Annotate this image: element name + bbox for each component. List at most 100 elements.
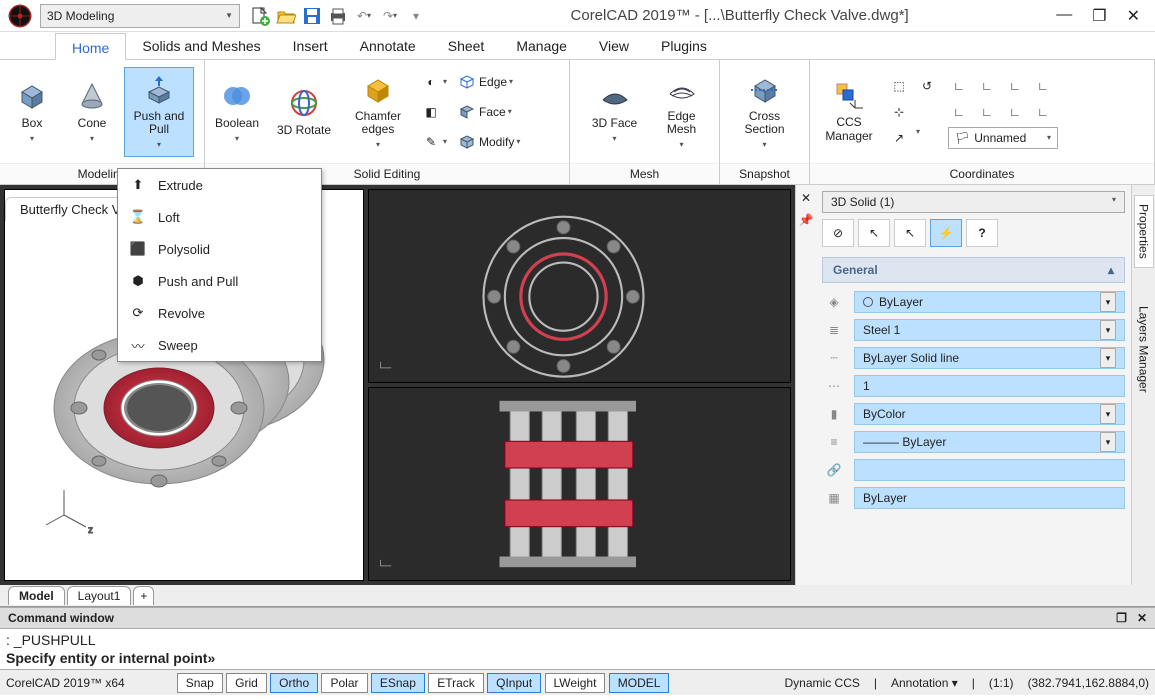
edit-row-1[interactable]: ◐▾ bbox=[421, 68, 447, 96]
open-icon[interactable] bbox=[274, 4, 298, 28]
prop-color[interactable]: ByLayer▾ bbox=[854, 291, 1125, 313]
tab-solids[interactable]: Solids and Meshes bbox=[126, 32, 276, 59]
status-polar[interactable]: Polar bbox=[321, 673, 367, 693]
panel-pin-icon[interactable]: 📌 bbox=[799, 213, 814, 227]
command-window[interactable]: : _PUSHPULL Specify entity or internal p… bbox=[0, 629, 1155, 669]
dropdown-sweep[interactable]: 〰Sweep bbox=[118, 329, 321, 361]
status-dynccs[interactable]: Dynamic CCS bbox=[785, 676, 860, 690]
prop-transparency[interactable]: ByLayer bbox=[854, 487, 1125, 509]
print-icon[interactable] bbox=[326, 4, 350, 28]
plotstyle-icon: ≡ bbox=[822, 435, 846, 449]
close-button[interactable]: ✕ bbox=[1127, 6, 1140, 26]
dropdown-loft[interactable]: ⌛Loft bbox=[118, 201, 321, 233]
status-annotation[interactable]: Annotation ▾ bbox=[891, 676, 958, 690]
qat-more-icon[interactable]: ▾ bbox=[404, 4, 428, 28]
ccs-world-icon[interactable]: ⬚ bbox=[888, 75, 910, 97]
model-tab-add[interactable]: + bbox=[133, 586, 154, 605]
cmd-close-icon[interactable]: ✕ bbox=[1137, 611, 1147, 625]
face-button[interactable]: Face▾ bbox=[457, 98, 520, 126]
axis-icon-5[interactable]: ∟ bbox=[948, 101, 970, 123]
edge-mesh-button[interactable]: Edge Mesh ▾ bbox=[654, 67, 710, 157]
tab-home[interactable]: Home bbox=[55, 33, 126, 60]
prop-linetype[interactable]: ByLayer Solid line▾ bbox=[854, 347, 1125, 369]
3d-rotate-button[interactable]: 3D Rotate bbox=[269, 67, 339, 157]
prop-tool-2[interactable]: ↖ bbox=[858, 219, 890, 247]
box-button[interactable]: Box ▾ bbox=[4, 67, 60, 157]
prop-tool-1[interactable]: ⊘ bbox=[822, 219, 854, 247]
3d-face-button[interactable]: 3D Face ▾ bbox=[580, 67, 650, 157]
selection-dropdown[interactable]: 3D Solid (1) ▾ bbox=[822, 191, 1125, 213]
minimize-button[interactable]: — bbox=[1056, 6, 1072, 26]
dropdown-extrude[interactable]: ⬆Extrude bbox=[118, 169, 321, 201]
maximize-button[interactable]: ❐ bbox=[1092, 6, 1106, 26]
viewport-top[interactable]: └─ bbox=[368, 189, 791, 383]
lineweight-icon: ▮ bbox=[822, 407, 846, 421]
ribbon-tabs: Home Solids and Meshes Insert Annotate S… bbox=[0, 32, 1155, 60]
prop-tool-help[interactable]: ? bbox=[966, 219, 998, 247]
workspace-dropdown[interactable]: 3D Modeling ▼ bbox=[40, 4, 240, 28]
modify-button[interactable]: Modify▾ bbox=[457, 128, 520, 156]
tab-view[interactable]: View bbox=[583, 32, 645, 59]
prop-lineweight[interactable]: ByColor▾ bbox=[854, 403, 1125, 425]
cmd-restore-icon[interactable]: ❐ bbox=[1116, 611, 1127, 625]
axis-icon-7[interactable]: ∟ bbox=[1004, 101, 1026, 123]
panel-close-icon[interactable]: ✕ bbox=[801, 191, 811, 205]
status-model[interactable]: MODEL bbox=[609, 673, 670, 693]
prop-hyperlink[interactable] bbox=[854, 459, 1125, 481]
ccs-prev-icon[interactable]: ↺ bbox=[916, 75, 938, 97]
undo-icon[interactable]: ↶ ▾ bbox=[352, 4, 376, 28]
tab-plugins[interactable]: Plugins bbox=[645, 32, 723, 59]
scale-icon: ⋯ bbox=[822, 379, 846, 393]
prop-plotstyle[interactable]: ——— ByLayer▾ bbox=[854, 431, 1125, 453]
cross-section-button[interactable]: Cross Section ▾ bbox=[730, 67, 800, 157]
side-tab-properties[interactable]: Properties bbox=[1134, 195, 1154, 268]
status-qinput[interactable]: QInput bbox=[487, 673, 541, 693]
save-icon[interactable] bbox=[300, 4, 324, 28]
prop-scale[interactable]: 1 bbox=[854, 375, 1125, 397]
ccs-name-value: Unnamed bbox=[974, 131, 1026, 145]
axis-icon-4[interactable]: ∟ bbox=[1032, 75, 1054, 97]
status-etrack[interactable]: ETrack bbox=[428, 673, 484, 693]
axis-icon-3[interactable]: ∟ bbox=[1004, 75, 1026, 97]
edge-button[interactable]: Edge▾ bbox=[457, 68, 520, 96]
tab-sheet[interactable]: Sheet bbox=[432, 32, 501, 59]
axis-icon-1[interactable]: ∟ bbox=[948, 75, 970, 97]
edit-row-3[interactable]: ✎▾ bbox=[421, 128, 447, 156]
tab-annotate[interactable]: Annotate bbox=[344, 32, 432, 59]
axis-icon-8[interactable]: ∟ bbox=[1032, 101, 1054, 123]
status-esnap[interactable]: ESnap bbox=[371, 673, 425, 693]
prop-layer[interactable]: Steel 1▾ bbox=[854, 319, 1125, 341]
ccs-origin-icon[interactable]: ⊹ bbox=[888, 101, 910, 123]
edit-row-2[interactable]: ◧ bbox=[421, 98, 447, 126]
cone-button[interactable]: Cone ▾ bbox=[64, 67, 120, 157]
new-icon[interactable] bbox=[248, 4, 272, 28]
push-pull-button[interactable]: Push and Pull ▾ bbox=[124, 67, 194, 157]
status-grid[interactable]: Grid bbox=[226, 673, 267, 693]
axis-icon-2[interactable]: ∟ bbox=[976, 75, 998, 97]
viewport-front[interactable]: └─ bbox=[368, 387, 791, 581]
front-view-drawing bbox=[369, 388, 790, 580]
ccs-z-icon[interactable]: ↗ bbox=[888, 127, 910, 149]
boolean-button[interactable]: Boolean ▾ bbox=[209, 67, 265, 157]
hyperlink-icon: 🔗 bbox=[822, 463, 846, 477]
side-tab-layers[interactable]: Layers Manager bbox=[1135, 298, 1153, 401]
prop-tool-quick[interactable]: ⚡ bbox=[930, 219, 962, 247]
chamfer-button[interactable]: Chamfer edges ▾ bbox=[343, 67, 413, 157]
dropdown-pushpull[interactable]: ⬢Push and Pull bbox=[118, 265, 321, 297]
redo-icon[interactable]: ↷ ▾ bbox=[378, 4, 402, 28]
status-snap[interactable]: Snap bbox=[177, 673, 223, 693]
tab-insert[interactable]: Insert bbox=[277, 32, 344, 59]
edge-mesh-label: Edge Mesh bbox=[656, 110, 708, 136]
section-general[interactable]: General ▴ bbox=[822, 257, 1125, 283]
tab-manage[interactable]: Manage bbox=[500, 32, 583, 59]
dropdown-revolve[interactable]: ⟳Revolve bbox=[118, 297, 321, 329]
model-tab-layout1[interactable]: Layout1 bbox=[67, 586, 132, 605]
ccs-name-dropdown[interactable]: 🏳Unnamed ▾ bbox=[948, 127, 1058, 149]
prop-tool-3[interactable]: ↖ bbox=[894, 219, 926, 247]
axis-icon-6[interactable]: ∟ bbox=[976, 101, 998, 123]
status-lweight[interactable]: LWeight bbox=[545, 673, 606, 693]
model-tab-model[interactable]: Model bbox=[8, 586, 65, 605]
dropdown-polysolid[interactable]: ⬛Polysolid bbox=[118, 233, 321, 265]
status-ortho[interactable]: Ortho bbox=[270, 673, 318, 693]
ccs-manager-button[interactable]: CCS Manager bbox=[814, 67, 884, 157]
